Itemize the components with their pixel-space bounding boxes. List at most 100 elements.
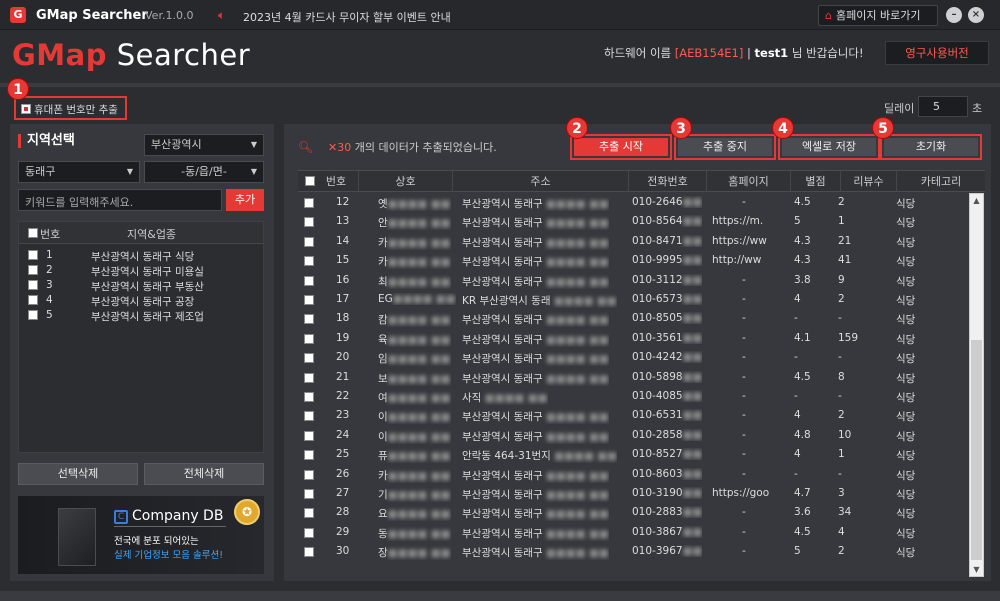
row-checkbox[interactable] bbox=[304, 508, 314, 519]
region-list-item[interactable]: 1 부산광역시 동래구 식당 bbox=[19, 248, 263, 263]
mobile-only-checkbox[interactable] bbox=[21, 104, 31, 114]
row-checkbox[interactable] bbox=[304, 450, 314, 461]
region-item-checkbox[interactable] bbox=[28, 265, 38, 275]
region-item-checkbox[interactable] bbox=[28, 280, 38, 290]
minimize-button[interactable]: – bbox=[946, 7, 962, 23]
table-row[interactable]: 17 EG■■■■ ■■ KR 부산광역시 동래 ■■■■ ■■ 010-6573■■… bbox=[298, 290, 968, 309]
table-row[interactable]: 19 육■■■■ ■■ 부산광역시 동래구 ■■■■ ■■ 010-3561■■ - 4.… bbox=[298, 329, 968, 348]
table-row[interactable]: 28 요■■■■ ■■ 부산광역시 동래구 ■■■■ ■■ 010-2883■■ - 3.… bbox=[298, 503, 968, 522]
close-button[interactable]: × bbox=[968, 7, 984, 23]
notice-text[interactable]: 2023년 4월 카드사 무이자 할부 이벤트 안내 bbox=[243, 9, 451, 25]
region-list-item[interactable]: 5 부산광역시 동래구 제조업 bbox=[19, 308, 263, 323]
reset-button[interactable]: 초기화 bbox=[884, 138, 978, 156]
scroll-thumb[interactable] bbox=[971, 340, 982, 560]
select-all-checkbox[interactable] bbox=[28, 228, 38, 238]
vertical-scrollbar[interactable]: ▲ ▼ bbox=[969, 193, 984, 577]
table-row[interactable]: 29 동■■■■ ■■ 부산광역시 동래구 ■■■■ ■■ 010-3867■■ - 4.… bbox=[298, 523, 968, 542]
scroll-down-icon[interactable]: ▼ bbox=[970, 563, 983, 576]
delay-label: 딜레이 : bbox=[884, 102, 922, 115]
row-checkbox[interactable] bbox=[304, 430, 314, 441]
city-select[interactable]: 부산광역시 ▼ bbox=[144, 134, 264, 156]
row-checkbox[interactable] bbox=[304, 547, 314, 558]
blurred-text: ■■ bbox=[682, 351, 703, 364]
table-row[interactable]: 18 캄■■■■ ■■ 부산광역시 동래구 ■■■■ ■■ 010-8505■■ - - -… bbox=[298, 309, 968, 328]
region-item-checkbox[interactable] bbox=[28, 295, 38, 305]
table-row[interactable]: 16 최■■■■ ■■ 부산광역시 동래구 ■■■■ ■■ 010-3112■■ - 3.… bbox=[298, 271, 968, 290]
table-row[interactable]: 22 여■■■■ ■■ 사직 ■■■■ ■■ 010-4085■■ - - - 식당 bbox=[298, 387, 968, 406]
keyword-input[interactable]: 키워드를 입력해주세요. bbox=[18, 189, 222, 211]
region-item-no: 1 bbox=[46, 249, 53, 261]
row-checkbox[interactable] bbox=[304, 198, 314, 208]
table-row[interactable]: 15 카■■■■ ■■ 부산광역시 동래구 ■■■■ ■■ 010-9995■■ htt… bbox=[298, 251, 968, 270]
stop-extract-button[interactable]: 추출 중지 bbox=[678, 138, 772, 156]
table-row[interactable]: 23 이■■■■ ■■ 부산광역시 동래구 ■■■■ ■■ 010-6531■■ - 4 2… bbox=[298, 406, 968, 425]
table-row[interactable]: 30 장■■■■ ■■ 부산광역시 동래구 ■■■■ ■■ 010-3967■■ - 5 2… bbox=[298, 542, 968, 561]
table-row[interactable]: 24 이■■■■ ■■ 부산광역시 동래구 ■■■■ ■■ 010-2858■■ - 4.… bbox=[298, 426, 968, 445]
row-checkbox[interactable] bbox=[304, 256, 314, 267]
row-checkbox[interactable] bbox=[304, 469, 314, 480]
district-select[interactable]: 동래구 ▼ bbox=[18, 161, 140, 183]
save-excel-button[interactable]: 엑셀로 저장 bbox=[782, 138, 876, 156]
delete-selected-button[interactable]: 선택삭제 bbox=[18, 463, 138, 485]
row-rating: 5 bbox=[794, 215, 801, 228]
results-table-body: 12 옛■■■■ ■■ 부산광역시 동래구 ■■■■ ■■ 010-2646■■ -4.… bbox=[298, 193, 968, 577]
row-phone: 010-4242■■ bbox=[632, 351, 703, 364]
row-phone: 010-3867■■ bbox=[632, 525, 703, 538]
row-phone: 010-8603■■ bbox=[632, 467, 703, 480]
row-rating: 4.7 bbox=[794, 487, 811, 499]
row-checkbox[interactable] bbox=[304, 527, 314, 538]
blurred-text: ■■■■ ■■ bbox=[387, 392, 451, 404]
start-extract-button[interactable]: 추출 시작 bbox=[574, 138, 668, 156]
col-header-name[interactable]: 상호 bbox=[358, 171, 452, 192]
table-row[interactable]: 14 카■■■■ ■■ 부산광역시 동래구 ■■■■ ■■ 010-8471■■ htt… bbox=[298, 232, 968, 251]
row-checkbox[interactable] bbox=[304, 217, 314, 228]
row-checkbox[interactable] bbox=[304, 411, 314, 422]
dong-select[interactable]: -동/읍/면- ▼ bbox=[144, 161, 264, 183]
version-label: Ver.1.0.0 bbox=[145, 9, 194, 22]
col-header-address[interactable]: 주소 bbox=[452, 171, 628, 192]
col-header-phone[interactable]: 전화번호 bbox=[628, 171, 706, 192]
table-row[interactable]: 13 안■■■■ ■■ 부산광역시 동래구 ■■■■ ■■ 010-8564■■ htt… bbox=[298, 212, 968, 231]
row-checkbox[interactable] bbox=[304, 295, 314, 305]
table-row[interactable]: 12 옛■■■■ ■■ 부산광역시 동래구 ■■■■ ■■ 010-2646■■ - 4.… bbox=[298, 193, 968, 212]
row-checkbox[interactable] bbox=[304, 333, 314, 344]
col-header-no[interactable]: 번호 bbox=[314, 171, 358, 192]
company-db-ad[interactable]: C Company DB 전국에 분포 되어있는 실제 기업정보 모음 솔루션! … bbox=[18, 496, 264, 574]
permanent-version-button[interactable]: 영구사용버전 bbox=[885, 41, 989, 65]
row-phone: 010-6531■■ bbox=[632, 409, 703, 422]
blurred-text: ■■■■ ■■ bbox=[387, 469, 451, 482]
row-checkbox[interactable] bbox=[304, 353, 314, 364]
region-list-item[interactable]: 3 부산광역시 동래구 부동산 bbox=[19, 278, 263, 293]
col-header-reviews[interactable]: 리뷰수 bbox=[840, 171, 896, 192]
row-name: 옛■■■■ ■■ bbox=[378, 198, 451, 210]
table-row[interactable]: 20 임■■■■ ■■ 부산광역시 동래구 ■■■■ ■■ 010-4242■■ - - -… bbox=[298, 348, 968, 367]
region-item-checkbox[interactable] bbox=[28, 310, 38, 320]
region-list-item[interactable]: 4 부산광역시 동래구 공장 bbox=[19, 293, 263, 308]
step-badge-5: 5 bbox=[872, 117, 894, 139]
row-category: 식당 bbox=[896, 411, 916, 424]
row-checkbox[interactable] bbox=[304, 489, 314, 499]
row-phone: 010-3561■■ bbox=[632, 331, 703, 344]
table-row[interactable]: 25 퓨■■■■ ■■ 안락동 464-31번지 ■■■■ ■■ 010-8527■■… bbox=[298, 445, 968, 464]
col-header-homepage[interactable]: 홈페이지 bbox=[706, 171, 790, 192]
col-header-rating[interactable]: 별점 bbox=[790, 171, 840, 192]
row-checkbox[interactable] bbox=[304, 275, 314, 286]
table-row[interactable]: 21 보■■■■ ■■ 부산광역시 동래구 ■■■■ ■■ 010-5898■■ - 4.… bbox=[298, 368, 968, 387]
region-list-item[interactable]: 2 부산광역시 동래구 미용실 bbox=[19, 263, 263, 278]
row-checkbox[interactable] bbox=[304, 314, 314, 325]
row-name: 카■■■■ ■■ bbox=[378, 469, 451, 482]
row-checkbox[interactable] bbox=[304, 236, 314, 247]
table-row[interactable]: 26 카■■■■ ■■ 부산광역시 동래구 ■■■■ ■■ 010-8603■■ - - -… bbox=[298, 465, 968, 484]
mobile-only-option[interactable]: 휴대폰 번호만 추출 bbox=[14, 96, 127, 120]
col-header-category[interactable]: 카테고리 bbox=[896, 171, 985, 192]
homepage-button[interactable]: ⌂ 홈페이지 바로가기 bbox=[818, 5, 938, 26]
region-item-checkbox[interactable] bbox=[28, 250, 38, 260]
delay-input[interactable]: 5 bbox=[918, 96, 968, 117]
delete-all-button[interactable]: 전체삭제 bbox=[144, 463, 264, 485]
row-rating: 4.1 bbox=[794, 331, 811, 344]
row-checkbox[interactable] bbox=[304, 372, 314, 383]
table-row[interactable]: 27 기■■■■ ■■ 부산광역시 동래구 ■■■■ ■■ 010-3190■■ htt… bbox=[298, 484, 968, 503]
scroll-up-icon[interactable]: ▲ bbox=[970, 194, 983, 207]
add-button[interactable]: 추가 bbox=[226, 189, 264, 211]
row-checkbox[interactable] bbox=[304, 392, 314, 402]
